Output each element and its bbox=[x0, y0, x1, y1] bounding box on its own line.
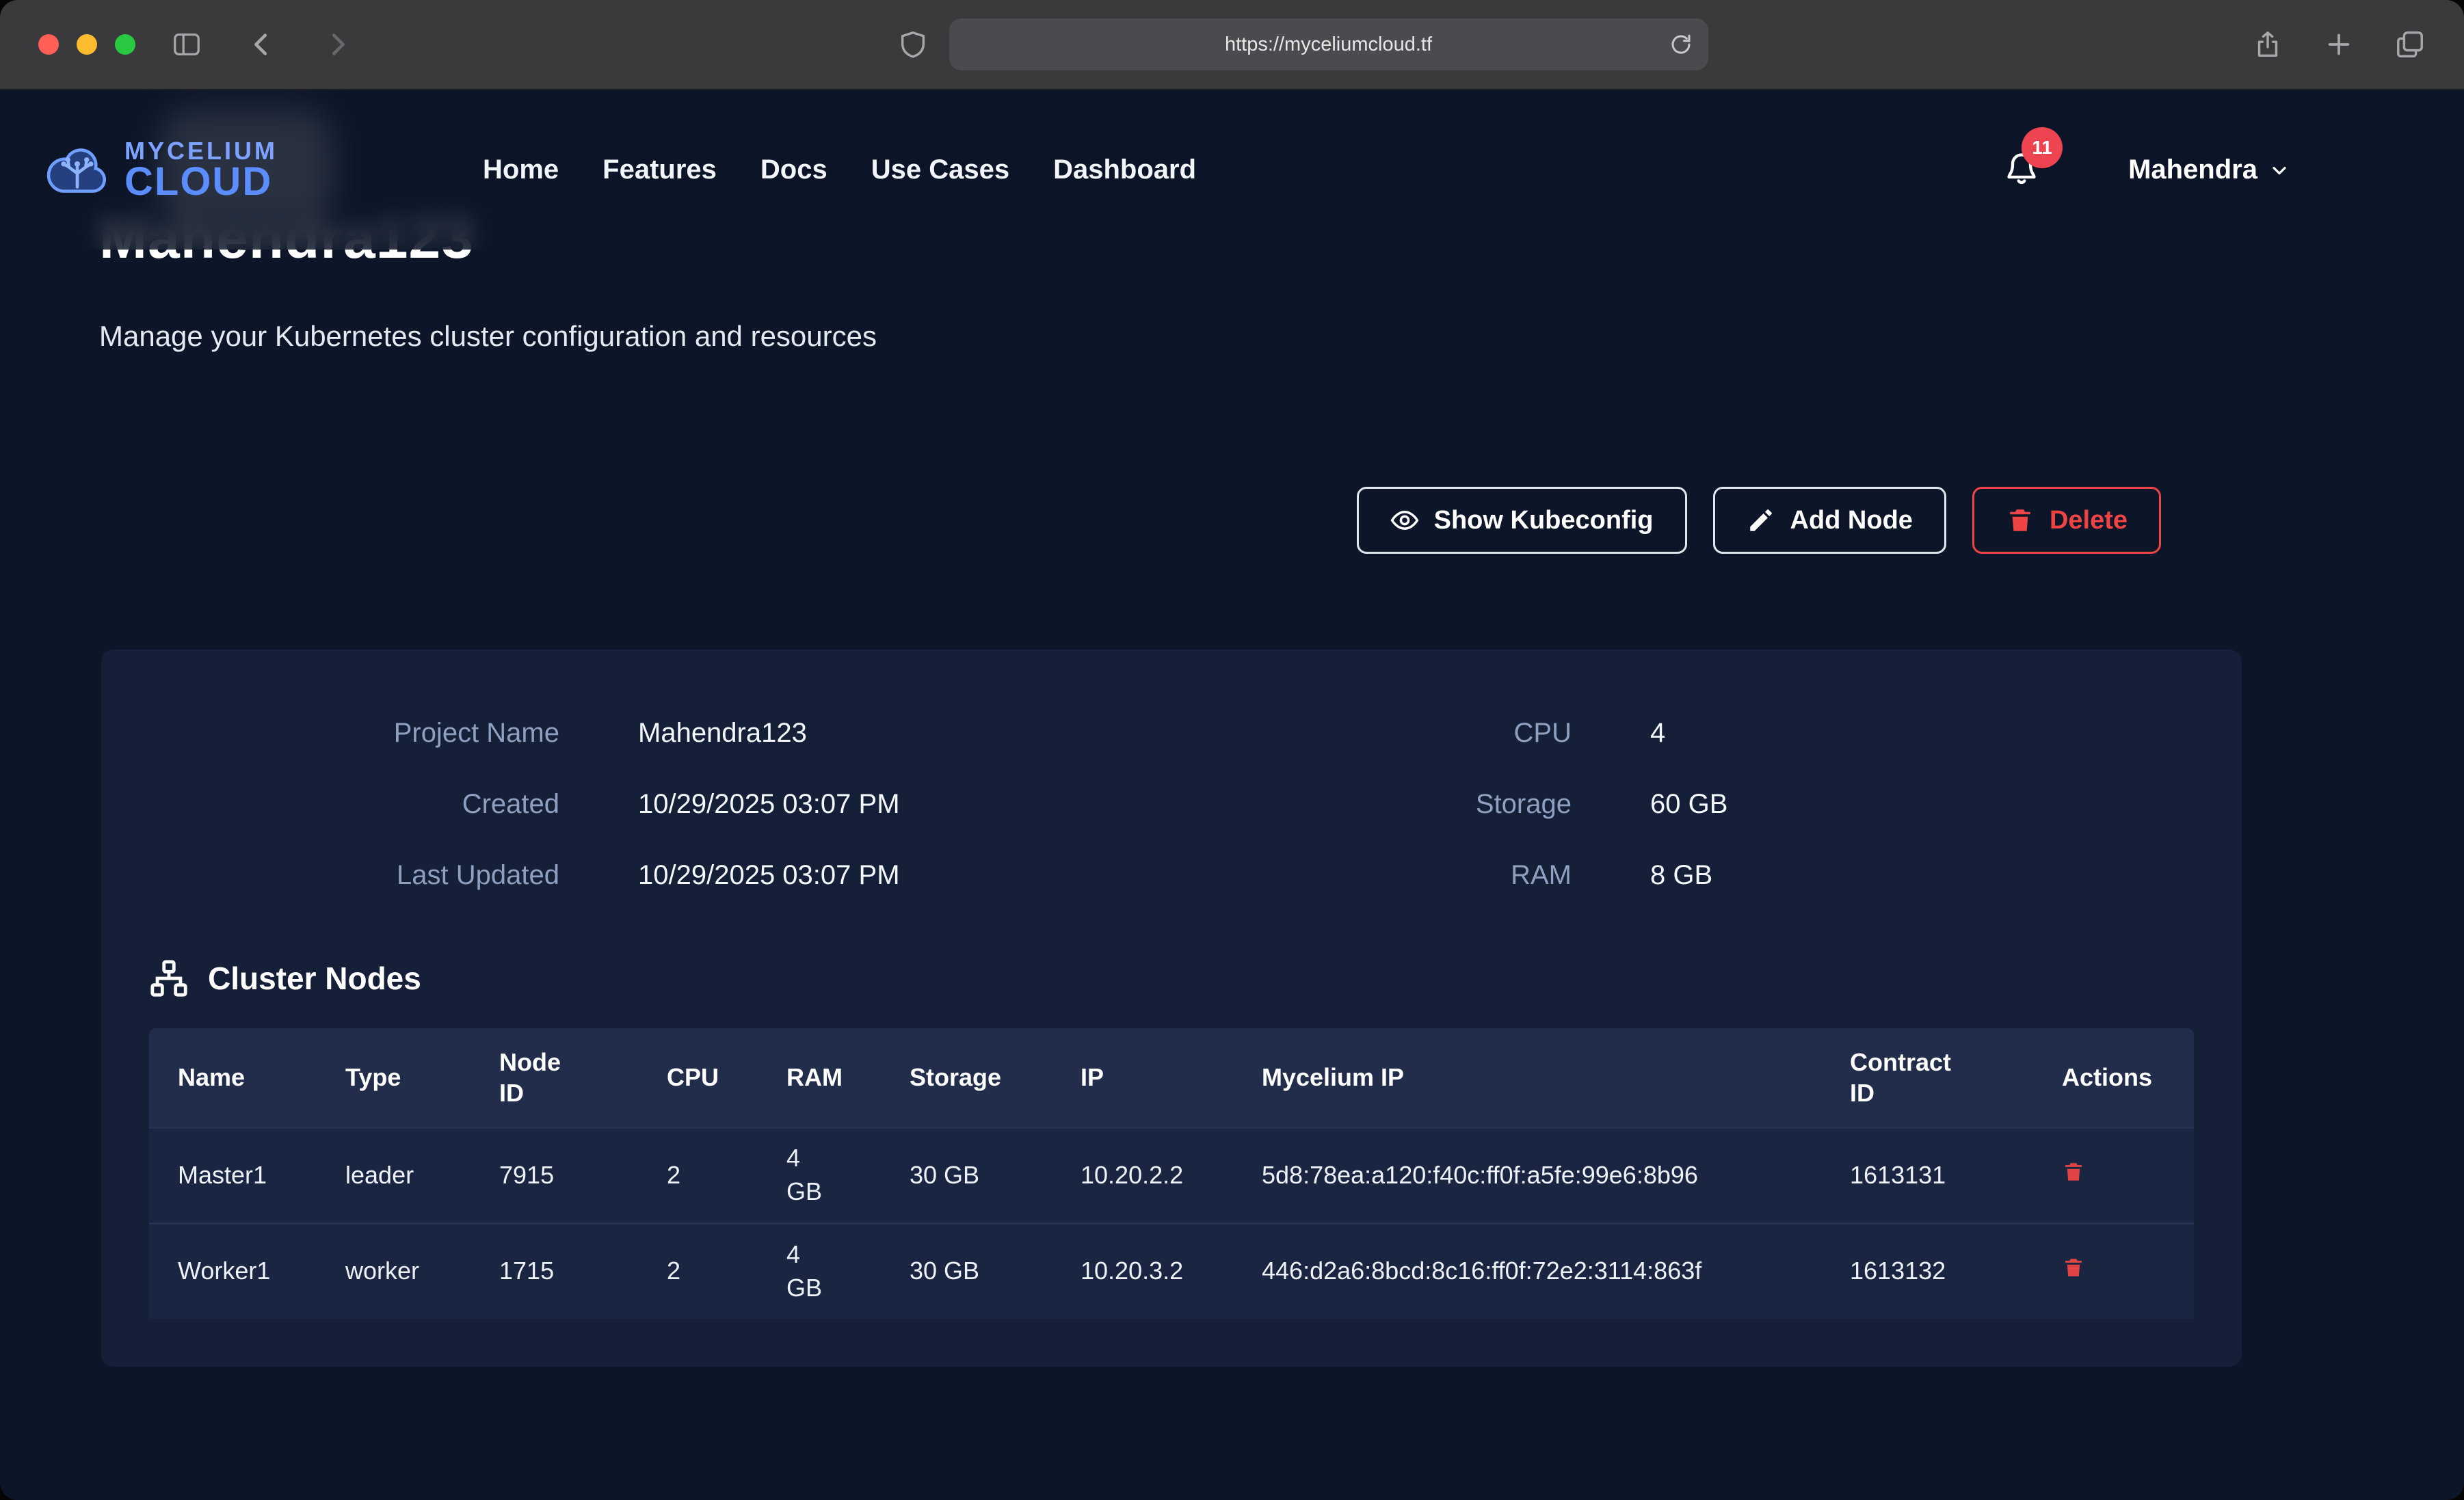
pencil-icon bbox=[1747, 506, 1775, 535]
table-header-row: Name Type Node ID CPU RAM Storage IP Myc… bbox=[149, 1028, 2194, 1127]
chevron-down-icon bbox=[2268, 159, 2290, 181]
window-zoom-button[interactable] bbox=[115, 34, 135, 55]
detail-project-name: Project Name Mahendra123 bbox=[149, 697, 1171, 768]
cluster-actions: Show Kubeconfig Add Node Delete bbox=[101, 487, 2242, 554]
notification-badge: 11 bbox=[2022, 127, 2063, 168]
forward-button[interactable] bbox=[321, 29, 353, 60]
browser-toolbar: https://myceliumcloud.tf bbox=[0, 0, 2464, 90]
address-bar[interactable]: https://myceliumcloud.tf bbox=[949, 18, 1708, 70]
col-name: Name bbox=[149, 1028, 317, 1127]
add-node-button[interactable]: Add Node bbox=[1713, 487, 1946, 554]
col-mycelium-ip: Mycelium IP bbox=[1233, 1028, 1821, 1127]
detail-cpu: CPU 4 bbox=[1171, 697, 2194, 768]
trash-icon bbox=[2062, 1256, 2085, 1279]
sidebar-toggle-icon[interactable] bbox=[171, 29, 202, 60]
mycelium-cloud-logo-icon bbox=[44, 142, 111, 199]
detail-ram: RAM 8 GB bbox=[1171, 840, 2194, 911]
logo-text-line2: CLOUD bbox=[124, 163, 278, 200]
delete-node-button[interactable] bbox=[2062, 1160, 2085, 1183]
reload-icon[interactable] bbox=[1669, 32, 1693, 57]
shield-icon[interactable] bbox=[897, 29, 929, 60]
nav-item-use-cases[interactable]: Use Cases bbox=[871, 155, 1009, 185]
cluster-details: Project Name Mahendra123 Created 10/29/2… bbox=[149, 697, 2194, 911]
cluster-nodes-icon bbox=[149, 959, 189, 998]
trash-icon bbox=[2006, 506, 2035, 535]
eye-icon bbox=[1390, 506, 1419, 535]
site-viewport: Mahendra123 MYCELIUM CLOUD Home Features bbox=[0, 90, 2464, 1499]
back-button[interactable] bbox=[246, 29, 278, 60]
detail-last-updated: Last Updated 10/29/2025 03:07 PM bbox=[149, 840, 1171, 911]
user-menu[interactable]: Mahendra bbox=[2128, 155, 2290, 185]
cluster-details-card: Project Name Mahendra123 Created 10/29/2… bbox=[101, 649, 2242, 1367]
url-text: https://myceliumcloud.tf bbox=[1225, 34, 1432, 56]
window-controls bbox=[38, 34, 135, 55]
delete-node-button[interactable] bbox=[2062, 1256, 2085, 1279]
main-nav: Home Features Docs Use Cases Dashboard bbox=[483, 155, 1196, 185]
tab-overview-icon[interactable] bbox=[2394, 29, 2426, 60]
col-contract-id: Contract ID bbox=[1821, 1028, 2033, 1127]
table-row: Master1 leader 7915 2 4 GB 30 GB 10.20.2… bbox=[149, 1127, 2194, 1223]
col-type: Type bbox=[317, 1028, 471, 1127]
nav-item-features[interactable]: Features bbox=[602, 155, 717, 185]
user-name: Mahendra bbox=[2128, 155, 2257, 185]
col-node-id: Node ID bbox=[471, 1028, 638, 1127]
new-tab-icon[interactable] bbox=[2323, 29, 2355, 60]
detail-created: Created 10/29/2025 03:07 PM bbox=[149, 768, 1171, 840]
browser-window: https://myceliumcloud.tf Mahendra123 bbox=[0, 0, 2464, 1500]
col-actions: Actions bbox=[2033, 1028, 2194, 1127]
notification-bell[interactable]: 11 bbox=[2004, 150, 2039, 189]
share-icon[interactable] bbox=[2252, 29, 2283, 60]
window-close-button[interactable] bbox=[38, 34, 59, 55]
site-header: MYCELIUM CLOUD Home Features Docs Use Ca… bbox=[0, 90, 2464, 250]
show-kubeconfig-button[interactable]: Show Kubeconfig bbox=[1357, 487, 1687, 554]
logo[interactable]: MYCELIUM CLOUD bbox=[44, 139, 278, 200]
nav-item-dashboard[interactable]: Dashboard bbox=[1053, 155, 1196, 185]
cluster-nodes-heading: Cluster Nodes bbox=[149, 959, 2194, 998]
nav-item-home[interactable]: Home bbox=[483, 155, 559, 185]
page-content: Manage your Kubernetes cluster configura… bbox=[0, 90, 2464, 1367]
delete-cluster-button[interactable]: Delete bbox=[1972, 487, 2161, 554]
window-minimize-button[interactable] bbox=[77, 34, 97, 55]
col-cpu: CPU bbox=[638, 1028, 758, 1127]
table-row: Worker1 worker 1715 2 4 GB 30 GB 10.20.3… bbox=[149, 1223, 2194, 1319]
col-storage: Storage bbox=[881, 1028, 1052, 1127]
nav-item-docs[interactable]: Docs bbox=[760, 155, 827, 185]
col-ip: IP bbox=[1052, 1028, 1233, 1127]
detail-storage: Storage 60 GB bbox=[1171, 768, 2194, 840]
trash-icon bbox=[2062, 1160, 2085, 1183]
cluster-nodes-table: Name Type Node ID CPU RAM Storage IP Myc… bbox=[149, 1028, 2194, 1319]
page-subtitle: Manage your Kubernetes cluster configura… bbox=[99, 320, 2464, 353]
col-ram: RAM bbox=[758, 1028, 881, 1127]
